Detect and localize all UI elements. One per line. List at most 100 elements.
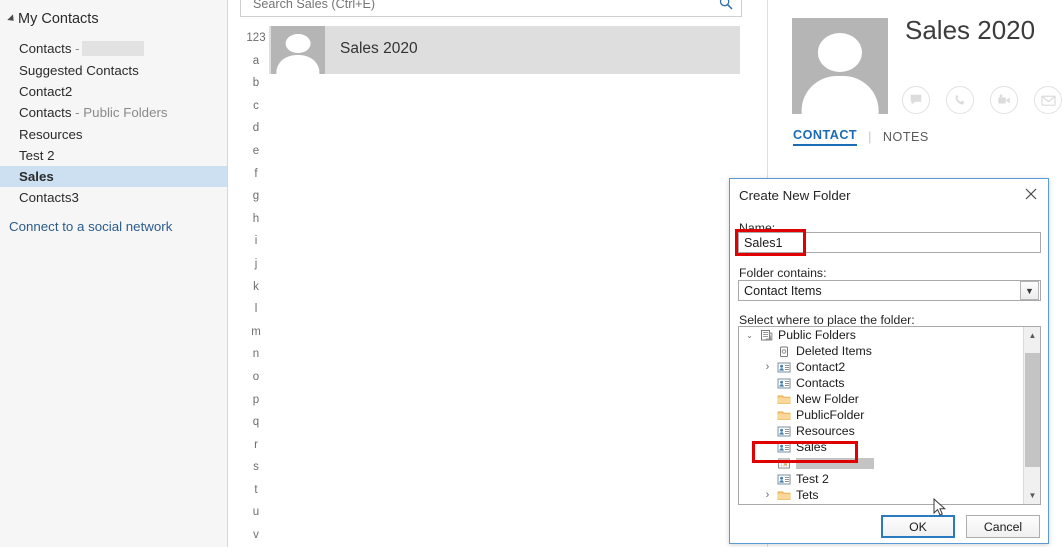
folder-contains-select[interactable]: Contact Items ▼	[738, 280, 1041, 301]
tree-node-sales[interactable]: Sales	[739, 439, 1024, 455]
phone-icon[interactable]	[946, 86, 974, 114]
public-folders-icon	[757, 329, 775, 342]
alpha-index-h[interactable]: h	[243, 208, 269, 231]
chevron-down-icon[interactable]: ⌄	[742, 331, 757, 340]
contacts-folder-icon	[775, 441, 793, 454]
tree-node-label: Contact2	[796, 360, 846, 374]
collapse-triangle-icon[interactable]	[7, 14, 17, 24]
alphabet-index: 123 a b c d e f g h i j k l m n o p q r s t u v	[243, 27, 269, 547]
tree-node-test-2[interactable]: Test 2	[739, 471, 1024, 487]
alpha-index-u[interactable]: u	[243, 501, 269, 524]
contacts-folder-icon	[775, 473, 793, 486]
alpha-index-l[interactable]: l	[243, 298, 269, 321]
alpha-index-a[interactable]: a	[243, 50, 269, 73]
alpha-index-d[interactable]: d	[243, 117, 269, 140]
sidebar-item-contacts[interactable]: Contacts -	[0, 38, 227, 59]
tree-node-label: PublicFolder	[796, 408, 865, 422]
alpha-index-f[interactable]: f	[243, 163, 269, 186]
sidebar-item-contacts3[interactable]: Contacts3	[0, 187, 227, 208]
alpha-index-n[interactable]: n	[243, 343, 269, 366]
tree-node-deleted-items[interactable]: Deleted Items	[739, 343, 1024, 359]
tree-node-label: New Folder	[796, 392, 859, 406]
sidebar-item-label: Contacts3	[19, 190, 79, 205]
tree-node-publicfolder[interactable]: PublicFolder	[739, 407, 1024, 423]
tree-node-resources[interactable]: Resources	[739, 423, 1024, 439]
tree-node-label: Sales	[796, 440, 827, 454]
sidebar-item-resources[interactable]: Resources	[0, 124, 227, 145]
close-icon[interactable]	[1019, 183, 1043, 205]
chevron-right-icon[interactable]: ›	[760, 361, 775, 373]
folder-name-input[interactable]	[738, 232, 1041, 253]
sidebar-item-label: Sales	[19, 169, 54, 184]
alpha-index-b[interactable]: b	[243, 72, 269, 95]
alpha-index-g[interactable]: g	[243, 185, 269, 208]
chat-icon[interactable]	[902, 86, 930, 114]
tree-node-tets[interactable]: › Tets	[739, 487, 1024, 503]
alpha-index-i[interactable]: i	[243, 230, 269, 253]
folder-icon	[775, 489, 793, 502]
search-icon[interactable]	[719, 0, 733, 13]
tree-node-contacts[interactable]: Contacts	[739, 375, 1024, 391]
tree-node-contact2[interactable]: › Contact2	[739, 359, 1024, 375]
alpha-index-s[interactable]: s	[243, 456, 269, 479]
tab-contact[interactable]: CONTACT	[793, 128, 858, 146]
tree-node-new-folder[interactable]: New Folder	[739, 391, 1024, 407]
alpha-index-o[interactable]: o	[243, 366, 269, 389]
my-contacts-header[interactable]: My Contacts	[7, 11, 99, 27]
alpha-index-c[interactable]: c	[243, 95, 269, 118]
sidebar-item-suggested-contacts[interactable]: Suggested Contacts	[0, 60, 227, 81]
outlook-contacts-window: My Contacts Contacts - Suggested Contacts…	[0, 0, 1062, 547]
contact-list-pane: 123abcdefghijklmnopqrstuv Sales 2020	[229, 0, 768, 547]
alpha-index-123[interactable]: 123	[243, 27, 269, 50]
connect-social-network-link[interactable]: Connect to a social network	[9, 219, 172, 234]
video-icon[interactable]	[990, 86, 1018, 114]
deleted-items-icon	[775, 345, 793, 358]
sidebar-item-contacts[interactable]: Contacts - Public Folders	[0, 102, 227, 123]
alpha-index-q[interactable]: q	[243, 411, 269, 434]
scrollbar-thumb[interactable]	[1025, 353, 1040, 467]
tree-scrollbar[interactable]: ▲ ▼	[1023, 327, 1040, 504]
tab-separator: |	[868, 130, 872, 144]
alpha-index-k[interactable]: k	[243, 276, 269, 299]
sidebar-item-contact2[interactable]: Contact2	[0, 81, 227, 102]
contact-name: Sales 2020	[340, 40, 418, 57]
chevron-right-icon[interactable]: ›	[760, 489, 775, 501]
sidebar-item-label: Suggested Contacts	[19, 63, 139, 78]
chevron-up-icon[interactable]: ▲	[1024, 327, 1040, 344]
tree-node-redacted[interactable]	[739, 455, 1024, 471]
tree-node-label: Deleted Items	[796, 344, 872, 358]
sidebar-item-sales[interactable]: Sales	[0, 166, 227, 187]
sidebar-item-label: Contacts	[19, 105, 72, 120]
folder-icon	[775, 393, 793, 406]
tree-node-public-folders[interactable]: ⌄ Public Folders	[739, 327, 1024, 343]
alpha-index-t[interactable]: t	[243, 479, 269, 502]
contacts-folder-icon	[775, 377, 793, 390]
contact-list-item[interactable]: Sales 2020	[269, 26, 740, 74]
mail-icon[interactable]	[1034, 86, 1062, 114]
alpha-index-e[interactable]: e	[243, 140, 269, 163]
alpha-index-r[interactable]: r	[243, 434, 269, 457]
page-title: Sales 2020	[905, 15, 1036, 45]
redacted-text	[81, 41, 144, 56]
alpha-index-p[interactable]: p	[243, 389, 269, 412]
alpha-index-m[interactable]: m	[243, 321, 269, 344]
tab-notes[interactable]: NOTES	[883, 130, 929, 144]
chevron-down-icon[interactable]: ▼	[1024, 487, 1040, 504]
place-folder-label: Select where to place the folder:	[739, 313, 915, 327]
my-contacts-label: My Contacts	[18, 11, 99, 27]
alpha-index-v[interactable]: v	[243, 524, 269, 547]
search-box[interactable]	[240, 0, 742, 17]
cancel-button[interactable]: Cancel	[966, 515, 1040, 538]
folder-contains-label: Folder contains:	[739, 266, 827, 280]
alpha-index-j[interactable]: j	[243, 253, 269, 276]
folder-tree-list: ⌄ Public Folders Deleted Items › Contact2 Con…	[739, 327, 1024, 503]
contact-photo	[792, 18, 888, 114]
search-input[interactable]	[251, 0, 691, 12]
redacted-text	[796, 457, 874, 469]
sidebar-item-suffix: - Public Folders	[71, 105, 168, 120]
sidebar-item-label: Test 2	[19, 148, 55, 163]
sidebar-item-test-2[interactable]: Test 2	[0, 145, 227, 166]
chevron-down-icon[interactable]: ▼	[1020, 281, 1039, 300]
ok-button[interactable]: OK	[881, 515, 955, 538]
tree-node-label: Public Folders	[778, 328, 856, 342]
